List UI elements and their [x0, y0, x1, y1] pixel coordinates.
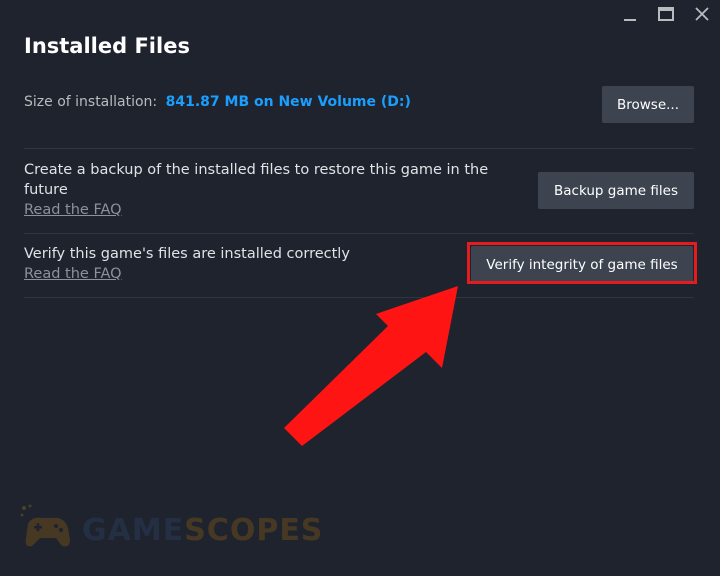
arrow-shape — [284, 286, 458, 446]
size-value: 841.87 MB on New Volume (D:) — [165, 94, 411, 110]
minimize-icon — [624, 19, 636, 21]
size-label: Size of installation: — [24, 94, 158, 110]
maximize-button[interactable] — [648, 0, 684, 28]
watermark: GAMESCOPES — [18, 500, 323, 560]
watermark-text-game: GAME — [82, 512, 185, 548]
gamepad-icon — [20, 504, 71, 547]
backup-game-files-button[interactable]: Backup game files — [538, 172, 694, 209]
page-title: Installed Files — [24, 34, 190, 58]
close-icon — [695, 7, 709, 21]
divider — [24, 148, 694, 149]
watermark-text-scopes: SCOPES — [184, 512, 324, 548]
close-button[interactable] — [684, 0, 720, 28]
divider — [24, 233, 694, 234]
minimize-button[interactable] — [612, 0, 648, 28]
verify-section: Verify this game's files are installed c… — [24, 244, 444, 284]
verify-faq-link[interactable]: Read the FAQ — [24, 264, 444, 284]
maximize-icon — [658, 7, 674, 21]
verify-description: Verify this game's files are installed c… — [24, 246, 350, 262]
backup-description: Create a backup of the installed files t… — [24, 162, 489, 198]
verify-integrity-button[interactable]: Verify integrity of game files — [471, 246, 693, 283]
browse-button[interactable]: Browse... — [602, 86, 694, 123]
backup-section: Create a backup of the installed files t… — [24, 160, 504, 220]
installation-size: Size of installation: 841.87 MB on New V… — [24, 94, 411, 110]
backup-faq-link[interactable]: Read the FAQ — [24, 200, 504, 220]
divider — [24, 297, 694, 298]
window-controls — [612, 0, 720, 28]
